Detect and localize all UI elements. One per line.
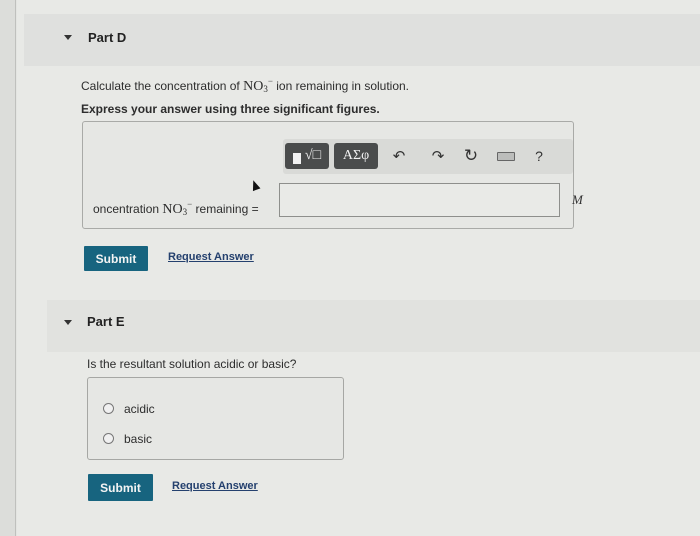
- keyboard-shape: [497, 151, 515, 161]
- part-d-submit-button[interactable]: Submit: [84, 246, 148, 271]
- left-rail: [0, 0, 16, 536]
- question-prefix: Calculate the concentration of: [81, 79, 240, 93]
- caret-down-icon[interactable]: [64, 320, 72, 325]
- question-suffix: ion remaining in solution.: [276, 79, 410, 93]
- no3-formula: NO3−: [243, 76, 273, 94]
- radical-icon: √□: [304, 148, 322, 163]
- radio-basic[interactable]: [103, 433, 114, 444]
- undo-icon[interactable]: ↶: [388, 143, 410, 169]
- templates-button[interactable]: √□: [285, 143, 329, 169]
- part-d-question: Calculate the concentration of NO3− ion …: [81, 76, 409, 95]
- redo-icon[interactable]: ↷: [427, 143, 449, 169]
- answer-label-suffix: remaining =: [195, 202, 259, 216]
- part-d-title: Part D: [88, 30, 127, 45]
- choice-label-basic[interactable]: basic: [124, 432, 152, 446]
- answer-label-formula: NO3−: [162, 199, 193, 217]
- choice-label-acidic[interactable]: acidic: [124, 402, 155, 416]
- answer-label: oncentration NO3− remaining =: [93, 199, 259, 218]
- part-e-submit-button[interactable]: Submit: [88, 474, 153, 501]
- choices-box: [87, 377, 344, 460]
- reset-icon[interactable]: ↻: [460, 143, 482, 169]
- part-d-request-answer-link[interactable]: Request Answer: [168, 251, 254, 263]
- greek-symbols-button[interactable]: ΑΣφ: [334, 143, 378, 169]
- formula-text: NO: [243, 79, 264, 94]
- part-e-header[interactable]: Part E: [47, 300, 700, 352]
- part-d-instruction: Express your answer using three signific…: [81, 102, 380, 116]
- keyboard-icon[interactable]: [495, 143, 517, 169]
- answer-formula-text: NO: [162, 202, 183, 217]
- template-square-icon: [292, 152, 301, 164]
- concentration-input[interactable]: [279, 183, 560, 217]
- answer-formula-charge: −: [187, 199, 193, 209]
- part-e-request-answer-link[interactable]: Request Answer: [172, 480, 258, 492]
- help-icon[interactable]: ?: [528, 143, 550, 169]
- formula-charge: −: [267, 76, 273, 86]
- part-e-question: Is the resultant solution acidic or basi…: [87, 357, 297, 371]
- radio-acidic[interactable]: [103, 403, 114, 414]
- part-d-header[interactable]: Part D: [24, 14, 700, 66]
- answer-label-prefix: oncentration: [93, 202, 160, 216]
- caret-down-icon[interactable]: [64, 35, 72, 40]
- unit-label: M: [572, 192, 583, 207]
- part-e-title: Part E: [87, 314, 125, 329]
